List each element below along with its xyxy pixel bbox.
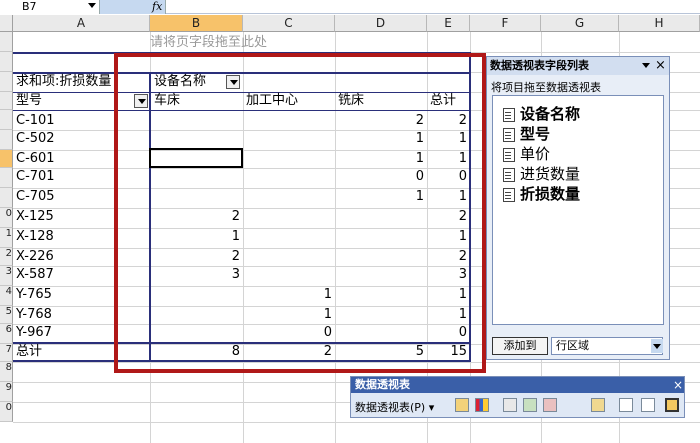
area-select[interactable]: 行区域 bbox=[551, 337, 663, 355]
panel-menu-icon[interactable] bbox=[642, 63, 650, 68]
close-icon[interactable]: × bbox=[655, 58, 666, 74]
row-header[interactable] bbox=[0, 32, 13, 52]
column-header-g[interactable]: G bbox=[541, 15, 619, 32]
toolbar-title: 数据透视表 bbox=[351, 377, 684, 393]
field-icon bbox=[503, 107, 515, 122]
column-header-a[interactable]: A bbox=[13, 15, 150, 32]
row-header[interactable] bbox=[0, 188, 13, 208]
row-header[interactable] bbox=[0, 168, 13, 188]
table-options-icon[interactable] bbox=[619, 398, 633, 412]
insert-function-button[interactable]: fx bbox=[100, 0, 166, 14]
field-item[interactable]: 型号 bbox=[503, 124, 550, 144]
field-icon bbox=[503, 187, 515, 202]
page-field-drop-area[interactable]: 请将页字段拖至此处 bbox=[150, 34, 470, 52]
field-item[interactable]: 进货数量 bbox=[503, 164, 580, 184]
pivot-field-list-panel: 数据透视表字段列表 × 将项目拖至数据透视表 设备名称 型号 单价 进货数量 折… bbox=[486, 56, 670, 360]
name-box[interactable]: B7 bbox=[0, 0, 100, 14]
column-header-b[interactable]: B bbox=[150, 15, 243, 32]
column-header-c[interactable]: C bbox=[243, 15, 335, 32]
show-field-list-icon[interactable] bbox=[665, 398, 679, 412]
field-name: 型号 bbox=[520, 125, 551, 143]
fx-icon: fx bbox=[152, 0, 163, 13]
row-header[interactable]: 0 bbox=[0, 208, 13, 228]
field-list-box: 设备名称 型号 单价 进货数量 折损数量 bbox=[492, 95, 664, 325]
hide-detail-icon[interactable] bbox=[503, 398, 517, 412]
row-header[interactable]: 9 bbox=[0, 382, 13, 402]
field-list-subtitle: 将项目拖至数据透视表 bbox=[491, 81, 601, 94]
pivot-menu-button[interactable]: 数据透视表(P) ▾ bbox=[355, 399, 434, 415]
row-header[interactable] bbox=[0, 150, 13, 168]
field-icon bbox=[503, 147, 515, 162]
field-icon bbox=[503, 167, 515, 182]
column-header-e[interactable]: E bbox=[427, 15, 470, 32]
name-box-dropdown-icon[interactable] bbox=[88, 3, 96, 8]
chevron-down-icon[interactable] bbox=[651, 339, 663, 353]
add-to-button[interactable]: 添加到 bbox=[492, 337, 548, 355]
row-header[interactable]: 6 bbox=[0, 324, 13, 344]
cell-reference: B7 bbox=[22, 0, 37, 13]
row-header[interactable] bbox=[0, 110, 13, 130]
column-header-h[interactable]: H bbox=[619, 15, 700, 32]
field-name: 单价 bbox=[520, 145, 551, 163]
include-hidden-icon[interactable] bbox=[641, 398, 655, 412]
gridline bbox=[13, 422, 700, 423]
field-name: 折损数量 bbox=[520, 185, 581, 203]
row-header[interactable] bbox=[0, 130, 13, 150]
row-header[interactable] bbox=[0, 92, 13, 110]
row-header[interactable]: 4 bbox=[0, 286, 13, 306]
row-header[interactable]: 7 bbox=[0, 344, 13, 362]
row-header[interactable]: 8 bbox=[0, 362, 13, 382]
field-item[interactable]: 折损数量 bbox=[503, 184, 580, 204]
row-header[interactable] bbox=[0, 52, 13, 72]
show-detail-icon[interactable] bbox=[523, 398, 537, 412]
field-name: 设备名称 bbox=[520, 105, 581, 123]
row-header[interactable]: 5 bbox=[0, 306, 13, 324]
field-name: 进货数量 bbox=[520, 165, 581, 183]
column-header-d[interactable]: D bbox=[335, 15, 427, 32]
select-all-corner[interactable] bbox=[0, 15, 13, 32]
field-settings-icon[interactable] bbox=[591, 398, 605, 412]
close-icon[interactable]: × bbox=[673, 377, 683, 393]
chart-wizard-icon[interactable] bbox=[475, 398, 489, 412]
format-report-icon[interactable] bbox=[455, 398, 469, 412]
column-header-f[interactable]: F bbox=[470, 15, 541, 32]
row-header[interactable]: 2 bbox=[0, 248, 13, 266]
area-select-value: 行区域 bbox=[556, 339, 589, 352]
row-header[interactable]: 0 bbox=[0, 402, 13, 422]
field-icon bbox=[503, 127, 515, 142]
row-header[interactable]: 1 bbox=[0, 228, 13, 248]
field-item[interactable]: 单价 bbox=[503, 144, 550, 164]
row-header[interactable]: 3 bbox=[0, 266, 13, 286]
highlight-box bbox=[114, 53, 486, 373]
pivot-toolbar: 数据透视表 × 数据透视表(P) ▾ bbox=[350, 376, 685, 418]
row-header[interactable] bbox=[0, 72, 13, 92]
refresh-icon[interactable] bbox=[543, 398, 557, 412]
field-item[interactable]: 设备名称 bbox=[503, 104, 580, 124]
